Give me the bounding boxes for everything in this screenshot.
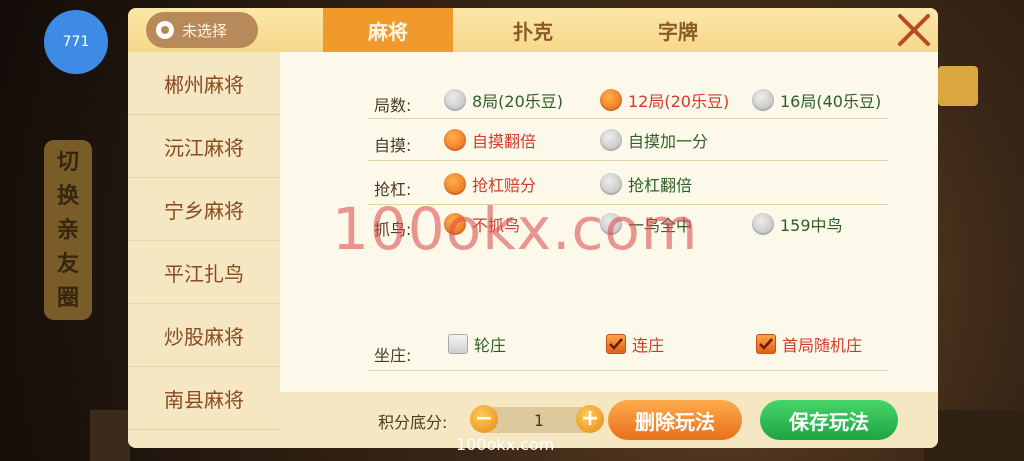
tab-zipai[interactable]: 字牌 — [613, 8, 743, 52]
score-label: 积分底分: — [378, 413, 448, 432]
option-label: 8局(20乐豆) — [472, 92, 564, 111]
rule-label: 自摸: — [374, 136, 412, 155]
tab-poker[interactable]: 扑克 — [468, 8, 598, 52]
radio-off-icon — [600, 173, 622, 195]
rule-row-dealer: 坐庄: 轮庄 连庄 首局随机庄 — [280, 330, 938, 365]
divider — [368, 370, 888, 371]
user-badge[interactable]: 771 — [44, 10, 108, 74]
rules-dialog: 未选择 麻将 扑克 字牌 郴州麻将 沅江麻将 宁乡麻将 平江扎鸟 炒股麻将 南县… — [128, 8, 938, 448]
option-label: 自摸加一分 — [628, 132, 709, 151]
side-banner: 切 换 亲 友 圈 — [44, 140, 92, 320]
save-rules-button[interactable]: 保存玩法 — [760, 400, 898, 440]
rule-row-rob-kong: 抢杠: 抢杠赔分 抢杠翻倍 — [280, 170, 938, 202]
checkbox-on-icon — [756, 334, 776, 354]
divider — [368, 118, 888, 119]
location-label: 未选择 — [182, 21, 228, 40]
option-label: 连庄 — [632, 336, 665, 355]
option-12-rounds[interactable]: 12局(20乐豆) — [600, 88, 729, 112]
close-icon — [898, 14, 930, 46]
sidebar-item-pingjiang[interactable]: 平江扎鸟 — [128, 241, 280, 304]
game-type-sidebar: 郴州麻将 沅江麻将 宁乡麻将 平江扎鸟 炒股麻将 南县麻将 — [128, 52, 280, 448]
rule-row-rounds: 局数: 8局(20乐豆) 12局(20乐豆) 16局(40乐豆) — [280, 86, 938, 118]
option-label: 16局(40乐豆) — [780, 92, 882, 111]
side-banner-char: 换 — [56, 184, 79, 209]
radio-off-icon — [752, 89, 774, 111]
checkmark-icon — [759, 338, 773, 350]
divider — [368, 160, 888, 161]
rule-label: 抓鸟: — [374, 220, 412, 239]
side-banner-char: 友 — [56, 252, 79, 277]
score-value: 1 — [533, 410, 545, 430]
side-banner-char: 亲 — [56, 218, 79, 243]
location-selector[interactable]: 未选择 — [146, 12, 258, 48]
option-8-rounds[interactable]: 8局(20乐豆) — [444, 88, 563, 112]
background-decoration — [938, 66, 978, 106]
radio-on-icon — [444, 173, 466, 195]
option-rotate-dealer[interactable]: 轮庄 — [448, 332, 506, 356]
sidebar-item-chenzhou[interactable]: 郴州麻将 — [128, 52, 280, 115]
bottom-url-text: 100okx.com — [456, 435, 555, 454]
checkbox-on-icon — [606, 334, 626, 354]
side-banner-char: 圈 — [56, 286, 79, 311]
location-pin-icon — [156, 21, 174, 39]
rule-row-catch-bird: 抓鸟: 不抓鸟 一鸟全中 159中鸟 — [280, 210, 938, 242]
option-label: 不抓鸟 — [472, 216, 521, 235]
radio-off-icon — [600, 213, 622, 235]
rule-label: 坐庄: — [374, 346, 412, 365]
radio-off-icon — [600, 129, 622, 151]
option-label: 抢杠赔分 — [472, 176, 537, 195]
radio-off-icon — [752, 213, 774, 235]
sidebar-item-chaogu[interactable]: 炒股麻将 — [128, 304, 280, 367]
option-label: 首局随机庄 — [782, 336, 863, 355]
option-16-rounds[interactable]: 16局(40乐豆) — [752, 88, 881, 112]
option-self-draw-double[interactable]: 自摸翻倍 — [444, 128, 536, 152]
option-self-draw-plus-one[interactable]: 自摸加一分 — [600, 128, 708, 152]
radio-on-icon — [444, 129, 466, 151]
close-button[interactable] — [894, 10, 934, 50]
decrement-button[interactable]: − — [470, 405, 498, 433]
sidebar-item-nanxian[interactable]: 南县麻将 — [128, 367, 280, 430]
dialog-footer: 积分底分: − 1 + 删除玩法 保存玩法 — [280, 392, 938, 448]
side-banner-char: 切 — [56, 150, 79, 175]
sidebar-item-yuanjiang[interactable]: 沅江麻将 — [128, 115, 280, 178]
checkbox-off-icon — [448, 334, 468, 354]
option-no-bird[interactable]: 不抓鸟 — [444, 212, 520, 236]
option-rob-kong-pay[interactable]: 抢杠赔分 — [444, 172, 536, 196]
option-one-bird-all[interactable]: 一鸟全中 — [600, 212, 692, 236]
radio-off-icon — [444, 89, 466, 111]
option-label: 一鸟全中 — [628, 216, 693, 235]
rule-label: 局数: — [374, 96, 412, 115]
radio-on-icon — [444, 213, 466, 235]
checkmark-icon — [609, 338, 623, 350]
rule-label: 抢杠: — [374, 180, 412, 199]
option-label: 12局(20乐豆) — [628, 92, 730, 111]
option-continue-dealer[interactable]: 连庄 — [606, 332, 664, 356]
background-decoration — [90, 410, 130, 461]
option-rob-kong-double[interactable]: 抢杠翻倍 — [600, 172, 692, 196]
dialog-header: 未选择 麻将 扑克 字牌 — [128, 8, 938, 52]
option-label: 轮庄 — [474, 336, 507, 355]
background-decoration — [924, 410, 1024, 461]
option-random-first-dealer[interactable]: 首局随机庄 — [756, 332, 862, 356]
increment-button[interactable]: + — [576, 405, 604, 433]
delete-rules-button[interactable]: 删除玩法 — [608, 400, 742, 440]
divider — [368, 204, 888, 205]
option-159-bird[interactable]: 159中鸟 — [752, 212, 843, 236]
tab-mahjong[interactable]: 麻将 — [323, 8, 453, 52]
option-label: 自摸翻倍 — [472, 132, 537, 151]
rules-content: 局数: 8局(20乐豆) 12局(20乐豆) 16局(40乐豆) 自摸: 自摸翻… — [280, 52, 938, 392]
rule-row-self-draw: 自摸: 自摸翻倍 自摸加一分 — [280, 126, 938, 158]
option-label: 抢杠翻倍 — [628, 176, 693, 195]
sidebar-item-ningxiang[interactable]: 宁乡麻将 — [128, 178, 280, 241]
option-label: 159中鸟 — [780, 216, 843, 235]
radio-on-icon — [600, 89, 622, 111]
